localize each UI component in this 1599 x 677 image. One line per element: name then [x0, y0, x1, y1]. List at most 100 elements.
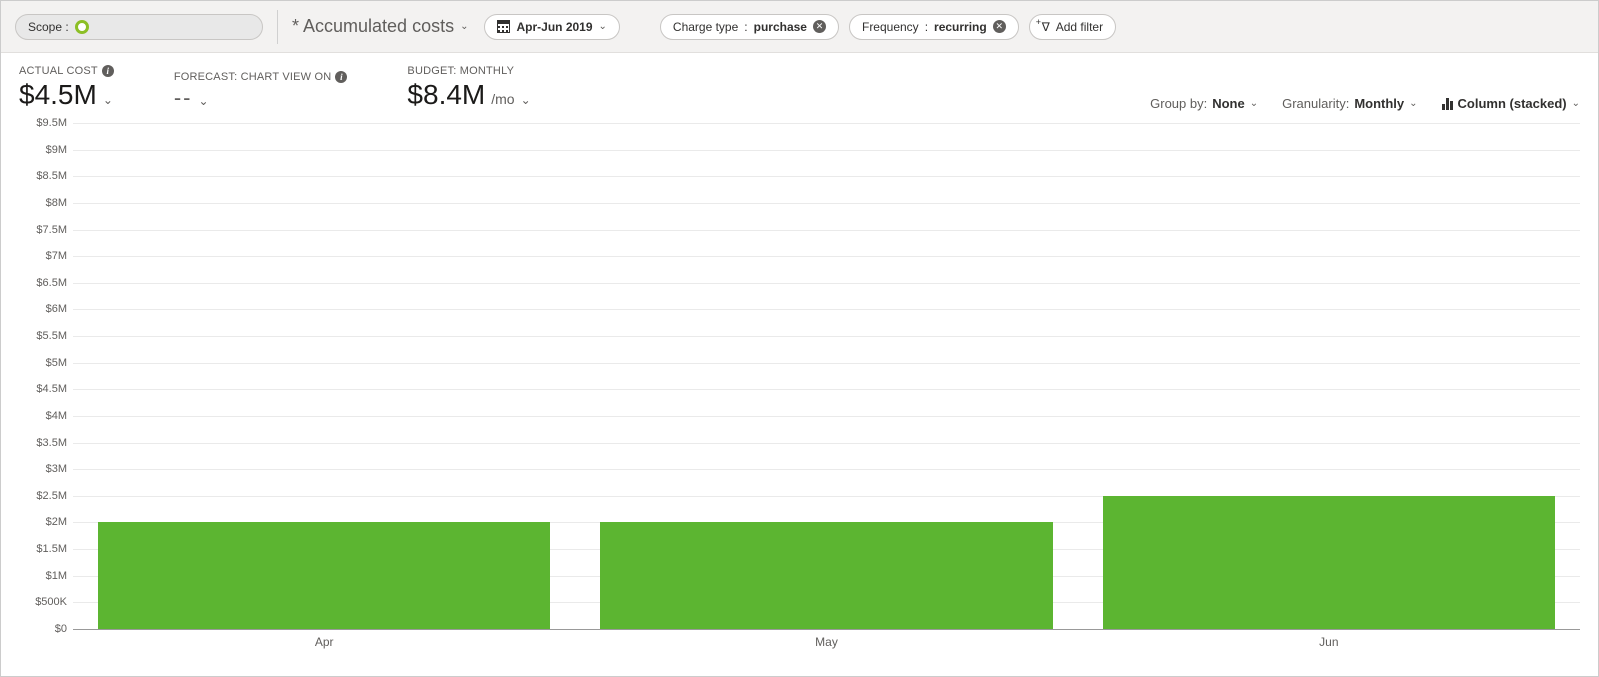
- scope-label: Scope :: [28, 20, 69, 34]
- kpi-actual-cost-value[interactable]: $4.5M ⌄: [19, 79, 114, 111]
- y-axis-tick-label: $1M: [19, 570, 67, 582]
- remove-filter-icon[interactable]: ✕: [813, 20, 826, 33]
- y-axis-tick-label: $8.5M: [19, 170, 67, 182]
- y-axis-tick-label: $2.5M: [19, 490, 67, 502]
- toolbar-separator: [277, 10, 278, 44]
- chart-container: $0 $500K $1M $1.5M $2M $2.5M $3M $3.5M $4M $4.5M $…: [1, 115, 1598, 661]
- x-axis-tick-label: Jun: [1319, 635, 1338, 649]
- kpi-forecast-value[interactable]: -- ⌄: [174, 85, 348, 111]
- group-by-value: None: [1212, 96, 1245, 111]
- grid-line: [73, 176, 1580, 177]
- column-chart-icon: [1442, 98, 1453, 110]
- granularity-label: Granularity:: [1282, 96, 1349, 111]
- y-axis-tick-label: $1.5M: [19, 543, 67, 555]
- grid-line: [73, 389, 1580, 390]
- chart-type-selector[interactable]: Column (stacked) ⌄: [1442, 96, 1580, 111]
- calendar-icon: [497, 20, 510, 33]
- grid-line: [73, 283, 1580, 284]
- grid-line: [73, 230, 1580, 231]
- y-axis-tick-label: $9.5M: [19, 117, 67, 129]
- add-filter-button[interactable]: +∇ Add filter: [1029, 14, 1116, 40]
- filter-chip-frequency[interactable]: Frequency : recurring ✕: [849, 14, 1019, 40]
- filter-key: Charge type: [673, 20, 738, 34]
- filter-value: purchase: [754, 20, 807, 34]
- grid-line: [73, 416, 1580, 417]
- grid-line: [73, 256, 1580, 257]
- remove-filter-icon[interactable]: ✕: [993, 20, 1006, 33]
- chevron-down-icon: ⌄: [1572, 98, 1580, 109]
- y-axis-tick-label: $7M: [19, 250, 67, 262]
- chart-bar[interactable]: [1103, 496, 1555, 629]
- y-axis-tick-label: $2M: [19, 516, 67, 528]
- chevron-down-icon: ⌄: [198, 94, 208, 108]
- kpi-value-text: $4.5M: [19, 79, 97, 111]
- date-range-text: Apr-Jun 2019: [516, 20, 592, 34]
- grid-line: [73, 336, 1580, 337]
- y-axis-tick-label: $0: [19, 623, 67, 635]
- kpi-label: BUDGET: MONTHLY: [407, 65, 530, 77]
- info-icon[interactable]: i: [102, 65, 114, 77]
- filter-colon: :: [925, 20, 928, 34]
- kpi-row: ACTUAL COST i $4.5M ⌄ FORECAST: CHART VI…: [1, 53, 1598, 115]
- kpi-label: FORECAST: CHART VIEW ON i: [174, 71, 348, 83]
- y-axis-tick-label: $500K: [19, 596, 67, 608]
- chart-controls: Group by: None ⌄ Granularity: Monthly ⌄ …: [1150, 96, 1580, 111]
- y-axis-tick-label: $4.5M: [19, 383, 67, 395]
- chart-bar[interactable]: [600, 522, 1052, 629]
- y-axis-tick-label: $5M: [19, 357, 67, 369]
- grid-line: [73, 309, 1580, 310]
- kpi-label-text: ACTUAL COST: [19, 65, 98, 77]
- y-axis-tick-label: $6M: [19, 303, 67, 315]
- chevron-down-icon: ⌄: [1250, 98, 1258, 109]
- chevron-down-icon: ⌄: [1409, 98, 1417, 109]
- kpi-value-suffix: /mo: [491, 91, 514, 107]
- y-axis-tick-label: $7.5M: [19, 224, 67, 236]
- grid-line: [73, 150, 1580, 151]
- y-axis-tick-label: $6.5M: [19, 277, 67, 289]
- filter-value: recurring: [934, 20, 987, 34]
- scope-selector[interactable]: Scope :: [15, 14, 263, 40]
- kpi-budget-value[interactable]: $8.4M /mo ⌄: [407, 79, 530, 111]
- kpi-label-text: FORECAST: CHART VIEW ON: [174, 71, 332, 83]
- y-axis-tick-label: $5.5M: [19, 330, 67, 342]
- view-name-dropdown[interactable]: * Accumulated costs ⌄: [292, 16, 468, 37]
- chevron-down-icon: ⌄: [460, 21, 468, 32]
- filter-chip-charge-type[interactable]: Charge type : purchase ✕: [660, 14, 839, 40]
- granularity-value: Monthly: [1354, 96, 1404, 111]
- plot-area: [73, 123, 1580, 629]
- y-axis-tick-label: $4M: [19, 410, 67, 422]
- group-by-selector[interactable]: Group by: None ⌄: [1150, 96, 1258, 111]
- chart-type-text: Column (stacked): [1458, 96, 1567, 111]
- chevron-down-icon: ⌄: [103, 93, 113, 107]
- toolbar: Scope : * Accumulated costs ⌄ Apr-Jun 20…: [1, 1, 1598, 53]
- y-axis-tick-label: $9M: [19, 144, 67, 156]
- date-range-selector[interactable]: Apr-Jun 2019 ⌄: [484, 14, 619, 40]
- y-axis-tick-label: $3.5M: [19, 437, 67, 449]
- chevron-down-icon: ⌄: [521, 93, 531, 107]
- kpi-budget: BUDGET: MONTHLY $8.4M /mo ⌄: [407, 65, 530, 111]
- grid-line: [73, 469, 1580, 470]
- kpi-label-text: BUDGET: MONTHLY: [407, 65, 514, 77]
- scope-icon: [75, 20, 89, 34]
- x-axis-tick-label: Apr: [315, 635, 334, 649]
- kpi-forecast: FORECAST: CHART VIEW ON i -- ⌄: [174, 71, 348, 111]
- cost-bar-chart: $0$500K$1M$1.5M$2M$2.5M$3M$3.5M$4M$4.5M$…: [19, 123, 1580, 629]
- filter-colon: :: [744, 20, 747, 34]
- y-axis-tick-label: $8M: [19, 197, 67, 209]
- kpi-value-text: $8.4M: [407, 79, 485, 111]
- view-name-text: * Accumulated costs: [292, 16, 454, 37]
- granularity-selector[interactable]: Granularity: Monthly ⌄: [1282, 96, 1417, 111]
- grid-line: [73, 203, 1580, 204]
- filter-key: Frequency: [862, 20, 919, 34]
- y-axis-tick-label: $3M: [19, 463, 67, 475]
- filter-icon: +∇: [1042, 20, 1050, 34]
- grid-line: [73, 123, 1580, 124]
- kpi-value-text: --: [174, 85, 193, 111]
- chart-bar[interactable]: [98, 522, 550, 629]
- grid-line: [73, 443, 1580, 444]
- grid-line: [73, 363, 1580, 364]
- info-icon[interactable]: i: [335, 71, 347, 83]
- add-filter-label: Add filter: [1056, 20, 1103, 34]
- group-by-label: Group by:: [1150, 96, 1207, 111]
- kpi-label: ACTUAL COST i: [19, 65, 114, 77]
